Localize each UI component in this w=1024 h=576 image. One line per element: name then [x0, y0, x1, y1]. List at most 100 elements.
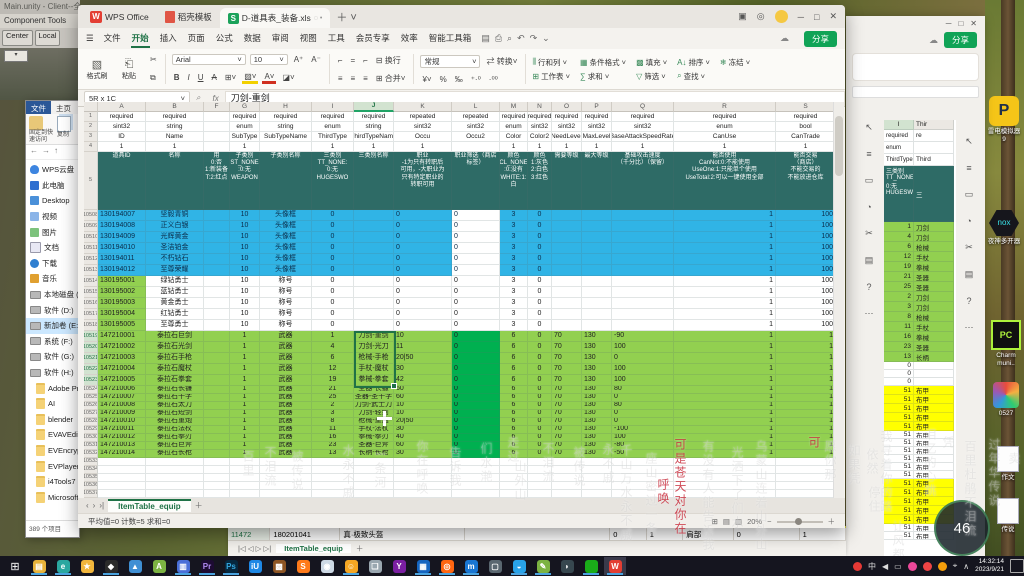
field-header[interactable]: 子类别 ST_NONE :0:无 WEAPON — [230, 152, 260, 210]
cell[interactable]: 130194008 — [98, 221, 146, 232]
cell[interactable]: 0 — [394, 265, 452, 276]
sidebar-item-blender[interactable]: blender — [26, 412, 79, 428]
cell[interactable] — [552, 287, 582, 298]
tray-icon[interactable]: ⌖ — [953, 561, 958, 571]
cell[interactable] — [582, 458, 612, 466]
cell[interactable]: SubType — [230, 132, 260, 142]
sidebar-item-Microsoft[interactable]: Microsoft — [26, 489, 79, 505]
cell[interactable]: 0 — [312, 265, 354, 276]
cell[interactable]: 3 — [500, 232, 528, 243]
cell[interactable] — [612, 298, 674, 309]
cell[interactable] — [260, 458, 312, 466]
cell[interactable]: 10 — [230, 287, 260, 298]
cell[interactable] — [354, 276, 394, 287]
win2-cell[interactable]: 51 — [884, 532, 914, 540]
cell[interactable] — [354, 482, 394, 490]
cell[interactable]: Occu — [394, 132, 452, 142]
cell[interactable]: 130195004 — [98, 309, 146, 320]
cell[interactable]: 泰拉石重炮 — [146, 418, 204, 426]
cell[interactable]: string — [260, 122, 312, 132]
win2-cell[interactable]: 11 — [884, 322, 914, 332]
cell[interactable] — [230, 482, 260, 490]
win2-cell[interactable]: 21 — [884, 272, 914, 282]
cell[interactable]: 130 — [582, 410, 612, 418]
cell[interactable]: 30 — [394, 450, 452, 458]
cell[interactable]: 60 — [394, 386, 452, 394]
cell[interactable]: 25 — [312, 394, 354, 402]
cell[interactable]: 黄金勇士 — [146, 298, 204, 309]
row-header[interactable]: 10531 — [84, 442, 98, 450]
cell[interactable]: 泰拉石魔杖 — [146, 364, 204, 375]
cell[interactable]: 6 — [500, 418, 528, 426]
cell[interactable]: 0 — [452, 434, 500, 442]
win2-bottom-cell[interactable]: 1 — [647, 528, 684, 541]
menu-工具[interactable]: 工具 — [327, 30, 346, 48]
cell[interactable] — [204, 265, 230, 276]
win2-cell[interactable]: 51 — [884, 488, 914, 497]
cell[interactable]: sint32 — [552, 122, 582, 132]
field-header[interactable]: 职业 -1为只有转职后 可用，-大职业为 只有特定职业的 转职可用 — [394, 152, 452, 210]
cell[interactable]: 1 — [98, 142, 146, 152]
sheet-nav-first-icon[interactable]: ‹ — [86, 501, 89, 510]
win2-cell[interactable]: 布甲 — [914, 463, 954, 471]
row-header[interactable]: 10522 — [84, 364, 98, 375]
row-header[interactable]: 10534 — [84, 466, 98, 474]
cell[interactable]: required — [146, 112, 204, 122]
align-right-icon[interactable]: ≡ — [361, 74, 370, 83]
cell[interactable] — [204, 474, 230, 482]
menu-数据[interactable]: 数据 — [243, 30, 262, 48]
cell[interactable]: 1 — [230, 386, 260, 394]
cell[interactable] — [204, 210, 230, 221]
cell[interactable]: 8 — [312, 418, 354, 426]
more-icon[interactable]: ⋯ — [865, 308, 874, 319]
cell[interactable]: 1 — [674, 298, 776, 309]
win2-cell[interactable]: 手杖 — [914, 322, 954, 332]
cell[interactable]: 1 — [582, 142, 612, 152]
view-page-icon[interactable]: ▤ — [723, 517, 730, 526]
win2-cell[interactable]: 布甲 — [914, 404, 954, 413]
cell[interactable]: 70 — [552, 450, 582, 458]
taskbar-face-orange[interactable]: ☺ — [340, 557, 362, 575]
cell[interactable]: 泰拉石太刀 — [146, 402, 204, 410]
cell[interactable] — [612, 254, 674, 265]
cell[interactable]: 0 — [528, 254, 552, 265]
cell[interactable]: 手杖-法杖 — [354, 426, 394, 434]
cell[interactable]: 圣洁铂金 — [146, 243, 204, 254]
copy-icon-ribbon[interactable]: ⧉ — [148, 73, 159, 83]
cell[interactable]: 0 — [452, 386, 500, 394]
cell[interactable]: 147210006 — [98, 386, 146, 394]
cell[interactable]: 100 — [776, 221, 836, 232]
cell[interactable] — [394, 490, 452, 498]
cell[interactable]: 130 — [582, 331, 612, 342]
cell[interactable]: 10 — [230, 265, 260, 276]
cell[interactable] — [500, 458, 528, 466]
cell[interactable]: 70 — [552, 442, 582, 450]
cell[interactable] — [204, 450, 230, 458]
cell[interactable] — [776, 474, 836, 482]
notebook-icon[interactable]: ▤ — [965, 269, 974, 280]
win2-bottom-cell[interactable]: 真·极致头盔 — [340, 528, 465, 541]
cell[interactable]: 10 — [394, 331, 452, 342]
cell[interactable] — [260, 482, 312, 490]
cell[interactable]: 1 — [230, 394, 260, 402]
cell[interactable]: 1 — [674, 442, 776, 450]
win2-sheet-nav[interactable]: |◁ ◁ ▷ ▷| — [238, 544, 271, 553]
minimize-button[interactable]: ─ — [798, 12, 804, 22]
cell[interactable]: required — [582, 112, 612, 122]
cell[interactable]: 1 — [230, 364, 260, 375]
cell[interactable] — [582, 474, 612, 482]
cell[interactable] — [582, 482, 612, 490]
cell[interactable]: 6 — [500, 426, 528, 434]
zoom-in-button[interactable]: ＋ — [828, 516, 836, 527]
cell[interactable]: -90 — [612, 331, 674, 342]
win2-cell[interactable]: 13 — [884, 352, 914, 362]
taskbar-robot-blue[interactable]: ▲ — [124, 557, 146, 575]
cell[interactable]: 100 — [776, 276, 836, 287]
cell[interactable] — [204, 243, 230, 254]
fill-color-button[interactable]: ▨˅ — [242, 72, 258, 84]
cell[interactable]: 130 — [582, 394, 612, 402]
taskbar-clock[interactable]: 14:32:14 2023/9/21 — [975, 558, 1004, 574]
cell[interactable]: 泰拉石十字 — [146, 394, 204, 402]
font-name-select[interactable]: Arial˅ — [172, 54, 246, 65]
cell[interactable]: 130 — [582, 402, 612, 410]
